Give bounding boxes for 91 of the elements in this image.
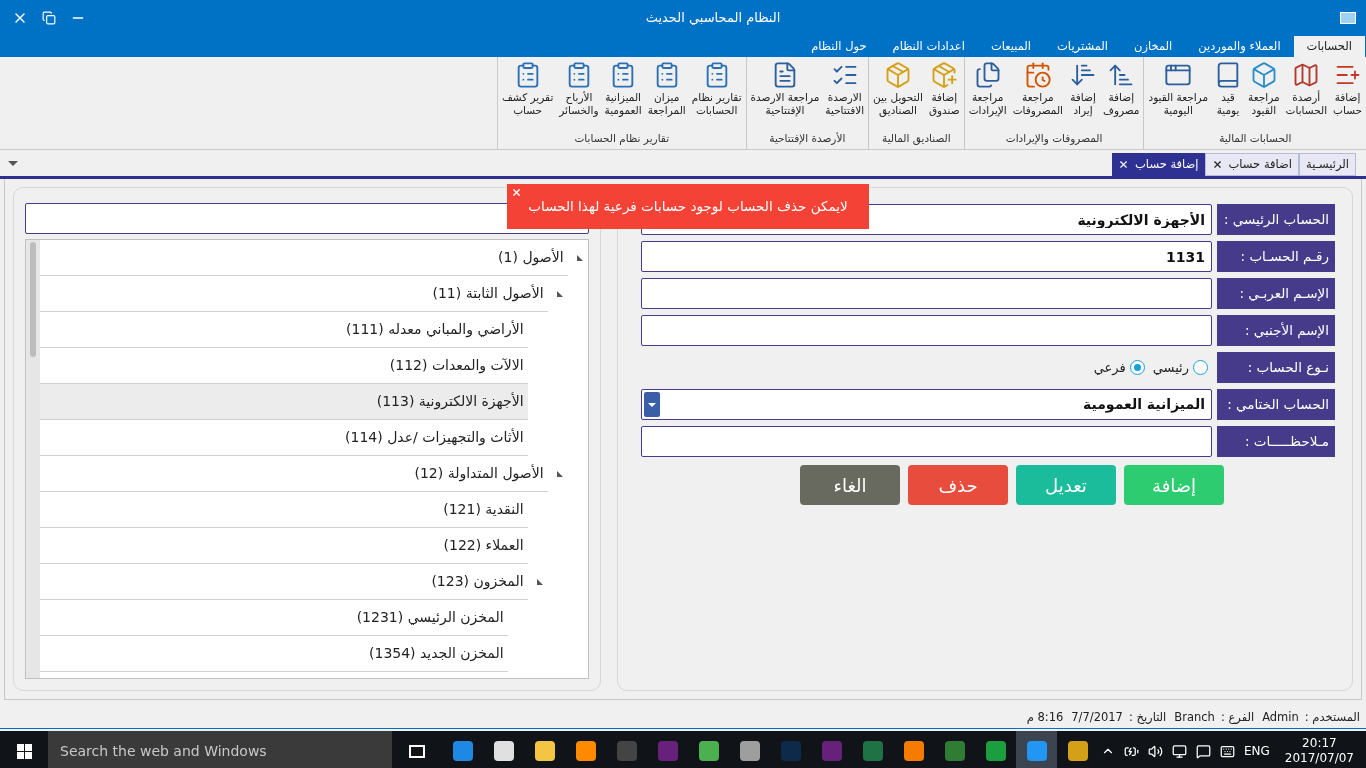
tree-item[interactable]: الأراضي والمباني معدله (111) (40, 312, 528, 348)
menu-tab[interactable]: حول النظام (798, 36, 880, 57)
field-label: الحساب الرئيسي : (1217, 204, 1335, 235)
ribbon-button[interactable]: التحويل بين الصناديق (870, 61, 926, 132)
status-label: الفرع : (1220, 708, 1255, 726)
scrollbar-thumb[interactable] (30, 242, 36, 357)
caret-icon[interactable] (8, 161, 18, 166)
tree-item[interactable]: المخزن الجديد (1354) (40, 636, 508, 672)
restore-icon[interactable] (42, 11, 56, 25)
expanded-icon[interactable] (576, 255, 583, 261)
tree-item[interactable]: الأصول الثابتة (11) (40, 276, 548, 312)
ribbon-group-title: الصناديق المالية (881, 131, 952, 147)
input-field[interactable] (641, 315, 1212, 346)
menu-tab[interactable]: العملاء والموردين (1185, 36, 1294, 57)
document-tab[interactable]: الرئيسـية (1299, 153, 1356, 176)
ribbon-button[interactable]: مراجعة المصروفات (1009, 61, 1066, 132)
field-label: الإسم الأجنبي : (1217, 315, 1335, 346)
radio-icon[interactable] (1193, 360, 1208, 375)
ribbon-group-title: الحسابات المالية (1218, 131, 1293, 147)
field-label: الإسـم العربـي : (1217, 278, 1335, 309)
volume-icon[interactable] (1147, 743, 1163, 759)
ribbon-button[interactable]: مراجعة الارصدة الإفتتاحية (747, 61, 823, 132)
keyboard-icon[interactable] (1219, 743, 1235, 759)
dropdown-icon[interactable] (644, 392, 660, 417)
menu-tab[interactable]: اعدادات النظام (879, 36, 978, 57)
menu-tab[interactable]: المشتريات (1044, 36, 1121, 57)
tree-item[interactable]: النقدية (121) (40, 492, 528, 528)
menu-tab[interactable]: المخازن (1121, 36, 1186, 57)
error-toast: لايمكن حذف الحساب لوجود حسابات فرعية لهذا الحساب (507, 184, 869, 229)
tree-item[interactable]: الأصول (1) (40, 240, 568, 276)
app-icon (1340, 12, 1356, 24)
ribbon-group-title: تقارير نظام الحسابات (573, 131, 671, 147)
radio-option[interactable]: فرعي (1093, 357, 1145, 378)
ribbon-button[interactable]: إضافة إيراد (1066, 61, 1100, 132)
field-label: مـلاحظـــــات : (1217, 426, 1335, 457)
radio-icon[interactable] (1129, 360, 1145, 375)
ribbon-group-title: الأرصدة الإفتتاحية (768, 131, 847, 147)
ribbon-button[interactable]: مراجعة القيود اليومية (1145, 61, 1212, 132)
ribbon-group-title: المصروفات والإيرادات (1004, 131, 1104, 147)
action-button[interactable]: حذف (908, 465, 1008, 505)
clock[interactable]: 20:17 2017/07/07 (1278, 736, 1360, 766)
tree-item[interactable]: المخزون (123) (40, 564, 528, 600)
task-view-icon[interactable] (409, 744, 425, 758)
box-icon (930, 61, 959, 89)
search-field[interactable]: Search the web and Windows (48, 731, 392, 768)
status-label: التاريخ : (1128, 708, 1167, 726)
ribbon-button[interactable]: الأرباح والخسائر (556, 61, 602, 132)
expanded-icon[interactable] (556, 471, 563, 477)
ribbon-button[interactable]: تقرير كشف حساب (499, 61, 557, 132)
status-value: 8:16 م (1026, 708, 1064, 726)
field-label: رقـم الحسـاب : (1217, 241, 1335, 272)
tree-item[interactable]: الأثاث والتجهيزات /عدل (114) (40, 420, 528, 456)
field-label: نـوع الحساب : (1217, 352, 1335, 383)
input-field[interactable] (641, 278, 1212, 309)
ribbon-button[interactable]: إضافة حساب (1330, 61, 1365, 132)
ribbon-button[interactable]: الارصدة الافتتاحية (822, 61, 868, 132)
field-label: الحساب الختامي : (1217, 389, 1335, 420)
menu-tab[interactable]: المبيعات (977, 36, 1045, 57)
action-button[interactable]: الغاء (800, 465, 900, 505)
ribbon-button[interactable]: مراجعة القيود (1245, 61, 1283, 132)
menu-tab[interactable]: الحسابات (1293, 36, 1365, 57)
close-icon[interactable] (1118, 159, 1130, 170)
input-field[interactable] (641, 426, 1212, 457)
input-field[interactable]: 1131 (641, 241, 1212, 272)
ribbon-button[interactable]: الميزانية العمومية (601, 61, 645, 132)
document-tab[interactable]: اضافة حساب (1204, 153, 1299, 176)
box-icon (884, 61, 912, 89)
ribbon-button[interactable]: ميزان المراجعة (644, 61, 689, 132)
language-indicator[interactable]: ENG (1243, 742, 1270, 760)
tree-item[interactable]: الأجهزة الالكترونية (113) (40, 384, 528, 420)
ribbon-button[interactable]: قيد يومية (1211, 61, 1246, 132)
status-label: المستخدم : (1304, 708, 1360, 726)
ribbon-button[interactable]: أرصدة الحسابات (1282, 61, 1331, 132)
ribbon-button[interactable]: مراجعة الإيرادات (965, 61, 1010, 132)
status-value: Branch (1174, 708, 1215, 726)
window-title: النظام المحاسبي الحديث (644, 9, 782, 28)
document-tab[interactable]: إضافة حساب (1112, 153, 1205, 176)
expanded-icon[interactable] (556, 291, 563, 297)
dropdown-field[interactable]: الميزانية العمومية (641, 389, 1212, 420)
tree-item[interactable]: المخزن الرئيسي (1231) (40, 600, 508, 636)
ribbon-button[interactable]: تقارير نظام الحسابات (688, 61, 745, 132)
ribbon-button[interactable]: إضافة مصروف (1100, 61, 1143, 132)
radio-option[interactable]: رئيسي (1152, 357, 1208, 378)
tree-item[interactable]: العملاء (122) (40, 528, 528, 564)
close-icon[interactable] (1211, 159, 1223, 170)
message-icon[interactable] (1195, 743, 1211, 759)
status-value: Admin (1262, 708, 1299, 726)
expanded-icon[interactable] (536, 579, 543, 585)
status-value: 7/7/2017 (1071, 708, 1123, 726)
ribbon-button[interactable]: إضافة صندوق (925, 61, 963, 132)
tree-item[interactable]: الأصول المتداولة (12) (40, 456, 548, 492)
